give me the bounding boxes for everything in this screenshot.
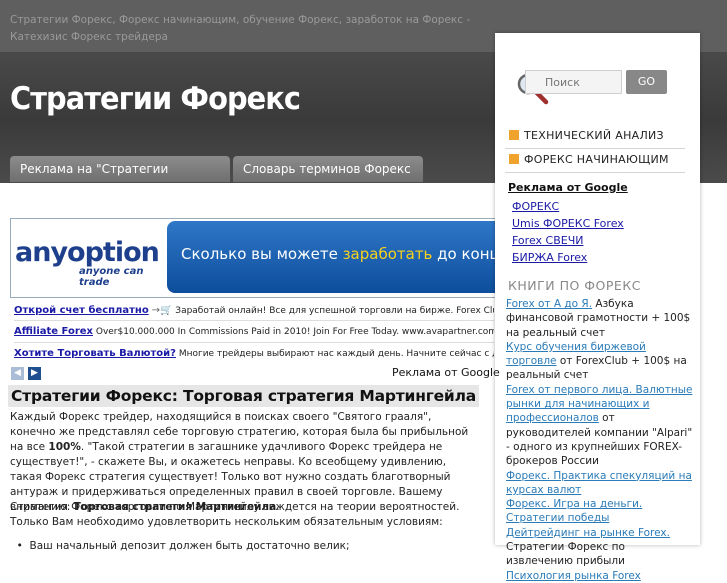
book-item: Психология рынка Forex — [506, 569, 693, 583]
category-beginners[interactable]: ФОРЕКС НАЧИНАЮЩИМ — [509, 153, 669, 166]
google-ad-link[interactable]: ФОРЕКС — [512, 200, 559, 213]
ad-item: Хотите Торговать Валютой? Многие трейдер… — [14, 348, 494, 359]
banner-text: Сколько вы можете заработать до конца — [181, 245, 495, 263]
next-arrow-icon[interactable]: ▶ — [28, 367, 41, 380]
anyoption-logo: anyoption — [15, 237, 160, 268]
post-paragraph: Стратегия Форекс торговли по Мартингейлу… — [10, 501, 460, 528]
book-item: Forex от первого лица. Валютные рынки дл… — [506, 383, 693, 468]
cart-icon: →🛒 — [151, 305, 173, 316]
ad-text: Over$10.000.000 In Commissions Paid in 2… — [93, 327, 494, 337]
book-item: Forex от А до Я. Азбука финансовой грамо… — [506, 298, 691, 339]
banner-blue-panel: Сколько вы можете заработать до конца — [167, 221, 495, 293]
anyoption-slogan: anyone can trade — [79, 266, 144, 288]
books-title: КНИГИ ПО ФОРЕКС — [508, 278, 641, 293]
ads-by-google-label[interactable]: Реклама от Google — [392, 366, 500, 379]
book-item: Дейтрейдинг на рынке Forex. — [506, 526, 693, 540]
category-divider — [505, 172, 685, 173]
book-link[interactable]: Психология рынка Forex — [506, 570, 641, 582]
books-list: Forex от А до Я. Азбука финансовой грамо… — [506, 297, 693, 583]
book-item: Форекс. Игра на деньги. Стратегии победы — [506, 497, 693, 526]
bullet-icon — [509, 130, 519, 140]
ad-link[interactable]: Открой счет бесплатно — [14, 305, 149, 316]
ad-divider — [14, 320, 494, 321]
ad-link[interactable]: Affiliate Forex — [14, 326, 93, 337]
ad-text: Многие трейдеры выбирают нас каждый день… — [178, 349, 494, 359]
ad-text: Заработай онлайн! Все для успешной торго… — [175, 306, 494, 316]
anyoption-banner[interactable]: anyoption anyone can trade Сколько вы мо… — [10, 218, 496, 298]
site-title[interactable]: Стратегии Форекс — [10, 81, 301, 117]
bullet-icon — [509, 154, 519, 164]
book-link[interactable]: Дейтрейдинг на рынке Forex. — [506, 527, 670, 539]
site-tagline: Стратегии Форекс, Форекс начинающим, обу… — [10, 14, 471, 43]
book-link[interactable]: Форекс. Игра на деньги. Стратегии победы — [506, 498, 642, 524]
post-list-item: • Ваш начальный депозит должен быть дост… — [10, 540, 350, 552]
search-go-button[interactable]: GO — [626, 70, 667, 94]
ads-by-google-title[interactable]: Реклама от Google — [508, 181, 628, 194]
ad-divider — [14, 342, 494, 343]
category-divider — [505, 148, 685, 149]
search-input[interactable] — [525, 70, 622, 94]
category-technical-analysis[interactable]: ТЕХНИЧЕСКИЙ АНАЛИЗ — [509, 129, 664, 142]
google-ad-link[interactable]: Forex СВЕЧИ — [512, 234, 583, 247]
tab-advertising[interactable]: Реклама на "Стратегии Форекс" — [10, 156, 230, 202]
book-link[interactable]: Форекс. Практика спекуляций на курсах ва… — [506, 470, 692, 496]
book-link[interactable]: Forex от А до Я. — [506, 298, 592, 310]
banner-logo-area: anyoption anyone can trade — [11, 219, 166, 297]
post-title[interactable]: Стратегии Форекс: Торговая стратегия Мар… — [8, 385, 479, 407]
ad-link[interactable]: Хотите Торговать Валютой? — [14, 348, 176, 359]
book-item: Стратегии Форекс по извлечению прибыли — [506, 541, 625, 568]
sidebar: GO ТЕХНИЧЕСКИЙ АНАЛИЗ ФОРЕКС НАЧИНАЮЩИМ … — [495, 33, 700, 582]
google-ad-link[interactable]: БИРЖА Forex — [512, 251, 587, 264]
prev-arrow-icon[interactable]: ◀ — [11, 367, 24, 380]
ad-item: Affiliate Forex Over$10.000.000 In Commi… — [14, 326, 494, 337]
google-ad-link[interactable]: Umis ФОРЕКС Forex — [512, 217, 624, 230]
book-item: Форекс. Практика спекуляций на курсах ва… — [506, 469, 693, 498]
book-item: Курс обучения биржевой торговле от Forex… — [506, 340, 687, 382]
ad-item: Открой счет бесплатно →🛒 Заработай онлай… — [14, 305, 494, 316]
tab-glossary[interactable]: Словарь терминов Форекс — [233, 156, 423, 182]
